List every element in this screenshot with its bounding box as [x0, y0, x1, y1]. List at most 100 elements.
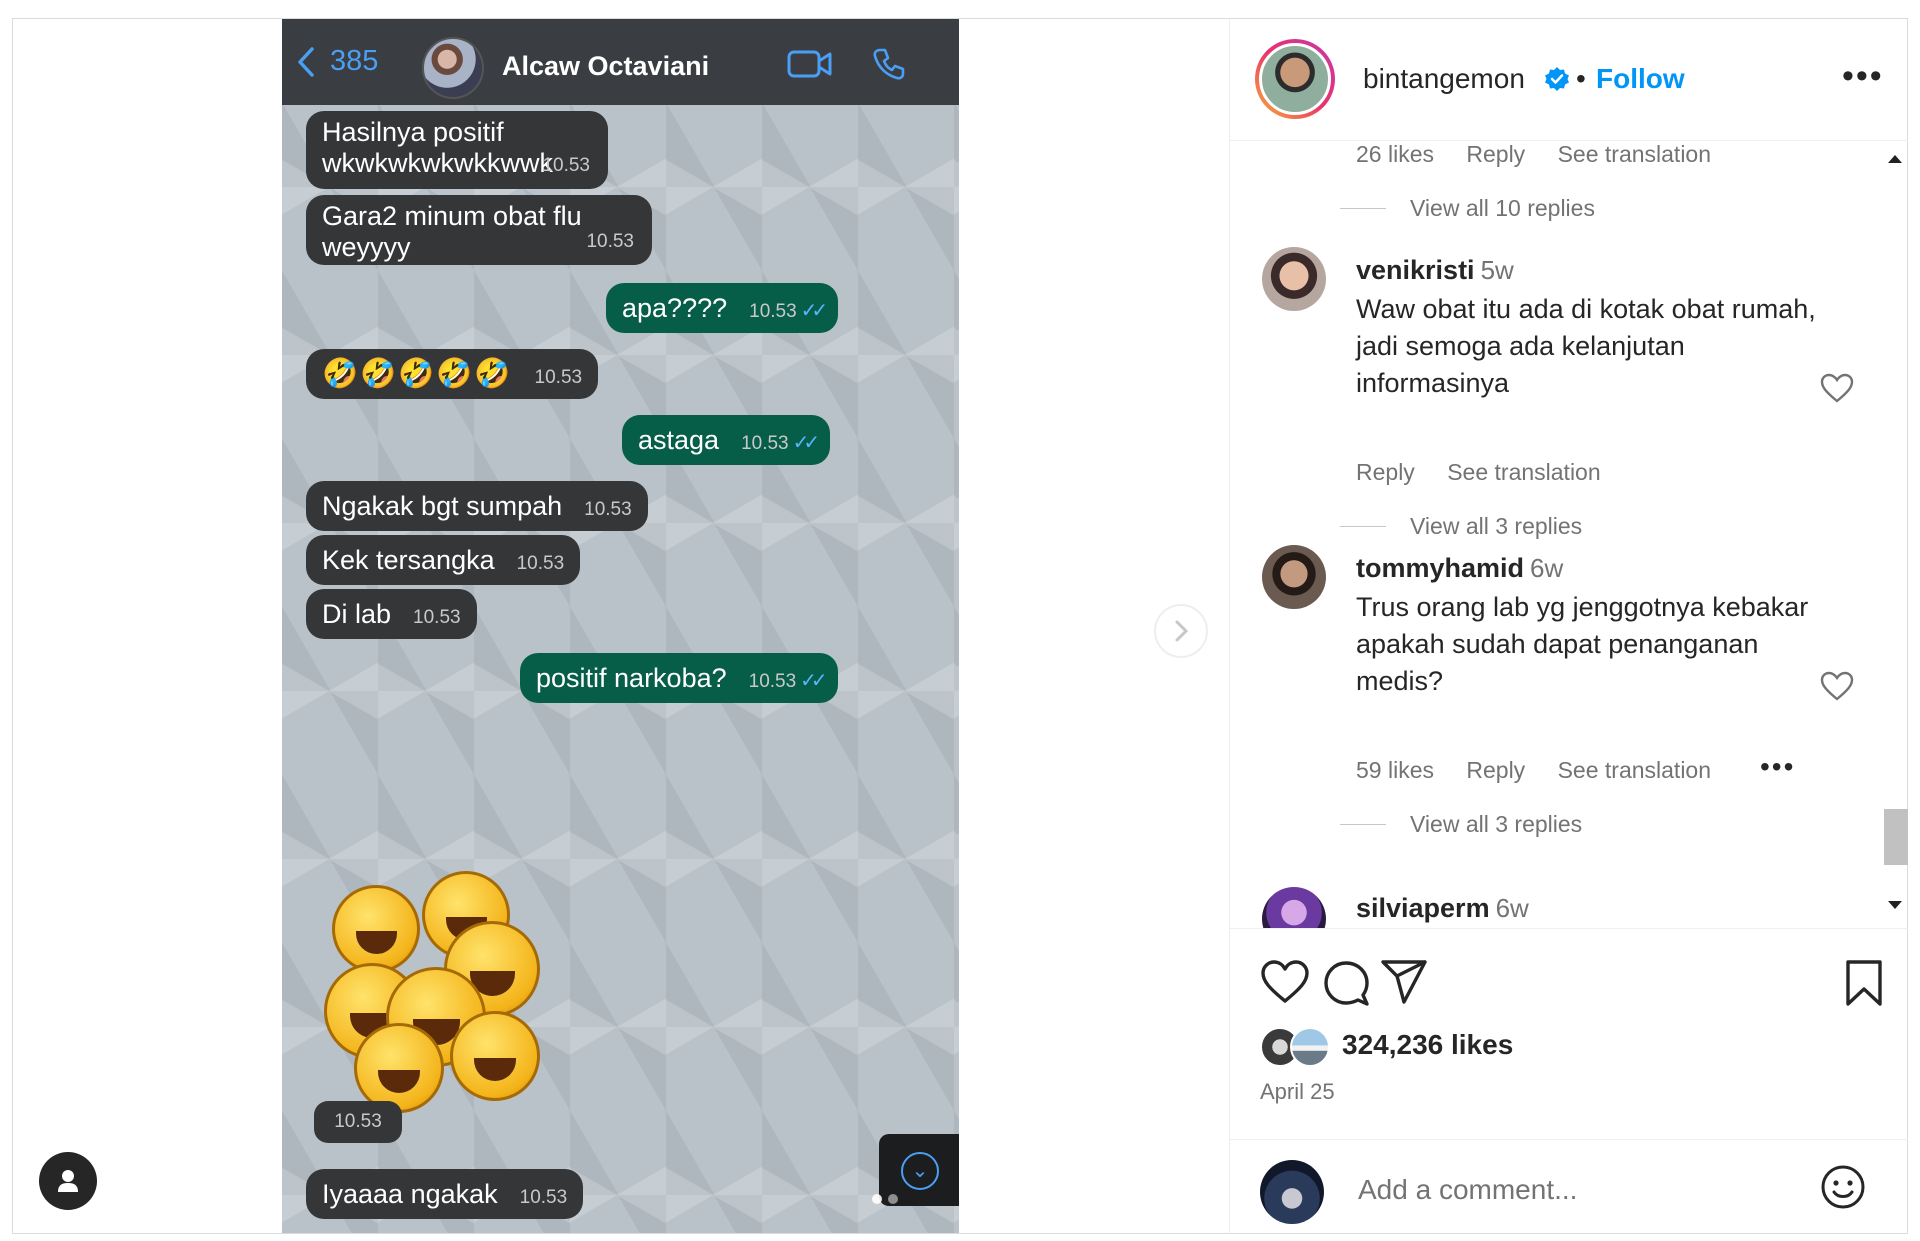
chevron-down-icon: ⌄: [901, 1152, 939, 1190]
comment-meta: Reply See translation: [1356, 459, 1627, 486]
username-text[interactable]: venikristi: [1356, 255, 1475, 285]
likes-count[interactable]: 324,236 likes: [1342, 1029, 1513, 1061]
liked-by-avatars[interactable]: [1260, 1027, 1332, 1067]
view-replies-label: View all 10 replies: [1410, 195, 1595, 221]
comments-list: 26 likes Reply See translation View all …: [1230, 141, 1908, 928]
comment-likes[interactable]: 26 likes: [1356, 141, 1434, 167]
message-text: 🤣🤣🤣🤣🤣: [322, 358, 513, 390]
heart-icon[interactable]: [1260, 959, 1310, 1005]
message-text: astaga: [638, 425, 720, 455]
video-camera-icon[interactable]: [787, 49, 833, 79]
message-text: Ngakak bgt sumpah: [322, 491, 563, 521]
comment-time: 6w: [1530, 553, 1564, 583]
see-translation-button[interactable]: See translation: [1558, 757, 1711, 783]
comment-username[interactable]: venikristi 5w: [1356, 255, 1514, 286]
view-replies-label: View all 3 replies: [1410, 811, 1583, 837]
add-comment-bar: [1230, 1139, 1908, 1234]
reply-button[interactable]: Reply: [1466, 757, 1525, 783]
message-bubble: Hasilnya positif wkwkwkwkwkkwwk 10.53: [306, 111, 608, 189]
tagged-users-button[interactable]: [39, 1152, 97, 1210]
message-time: 10.53: [519, 1187, 568, 1208]
message-bubble: Iyaaaa ngakak 10.53: [306, 1169, 584, 1219]
read-receipt-icon: ✓✓: [800, 670, 827, 692]
chevron-right-icon: [1175, 620, 1189, 642]
message-text: Kek tersangka: [322, 545, 495, 575]
reply-button[interactable]: Reply: [1466, 141, 1525, 167]
back-button[interactable]: 385: [296, 45, 378, 78]
comment-options-button[interactable]: •••: [1760, 751, 1795, 783]
laughing-emoji-sticker: [324, 871, 554, 1113]
message-time: 10.53: [749, 301, 797, 322]
avatar[interactable]: [1262, 247, 1326, 311]
scroll-down-arrow-icon[interactable]: [1888, 901, 1902, 909]
see-translation-button[interactable]: See translation: [1558, 141, 1711, 167]
owner-avatar[interactable]: [1255, 39, 1335, 119]
message-time: 10.53: [584, 499, 632, 520]
comment-text: Trus orang lab yg jenggotnya kebakar apa…: [1356, 592, 1809, 696]
message-bubble: 🤣🤣🤣🤣🤣 10.53: [306, 349, 599, 399]
message-bubble: positif narkoba? 10.53 ✓✓: [520, 653, 838, 703]
post-actions: 324,236 likes April 25: [1230, 928, 1908, 1233]
message-bubble: apa???? 10.53 ✓✓: [606, 283, 839, 333]
comments-scrollbar[interactable]: [1882, 149, 1908, 919]
view-replies-button[interactable]: View all 3 replies: [1340, 811, 1582, 838]
view-replies-button[interactable]: View all 10 replies: [1340, 195, 1595, 222]
verified-badge-icon: [1545, 67, 1569, 91]
paper-plane-icon[interactable]: [1380, 959, 1428, 1005]
comment-username[interactable]: silviaperm 6w: [1356, 893, 1529, 924]
avatar[interactable]: [1262, 545, 1326, 609]
message-bubble: astaga 10.53 ✓✓: [622, 415, 831, 465]
heart-icon[interactable]: [1820, 671, 1854, 701]
read-receipt-icon: ✓✓: [800, 300, 828, 322]
post-header: bintangemon • Follow •••: [1230, 19, 1908, 141]
message-time: 10.53: [314, 1101, 402, 1143]
comment-icon[interactable]: [1322, 959, 1370, 1007]
message-text: Di lab: [322, 599, 392, 629]
view-replies-button[interactable]: View all 3 replies: [1340, 513, 1582, 540]
username-text[interactable]: silviaperm: [1356, 893, 1490, 923]
message-time: 10.53: [413, 607, 461, 628]
contact-avatar[interactable]: [422, 37, 484, 99]
see-translation-button[interactable]: See translation: [1447, 459, 1600, 485]
next-media-button[interactable]: [1154, 604, 1208, 658]
carousel-indicator: [872, 1191, 904, 1209]
scrollbar-thumb[interactable]: [1884, 809, 1908, 865]
scroll-up-arrow-icon[interactable]: [1888, 155, 1902, 163]
post-sidebar: bintangemon • Follow ••• 26 likes Reply …: [1229, 19, 1908, 1233]
message-time: 10.53: [534, 367, 583, 388]
contact-name[interactable]: Alcaw Octaviani: [502, 51, 709, 82]
reply-button[interactable]: Reply: [1356, 459, 1415, 485]
message-text: Hasilnya positif: [322, 117, 504, 147]
comment-likes[interactable]: 59 likes: [1356, 757, 1434, 783]
smiley-icon[interactable]: [1820, 1164, 1866, 1210]
person-icon: [58, 1170, 78, 1192]
avatar[interactable]: [1262, 887, 1326, 928]
phone-icon[interactable]: [872, 47, 906, 81]
message-time: 10.53: [516, 553, 565, 574]
follow-button[interactable]: Follow: [1596, 63, 1685, 95]
chevron-left-icon: [298, 46, 314, 77]
message-text: Iyaaaa ngakak: [322, 1179, 498, 1209]
chat-header: 385 Alcaw Octaviani: [282, 19, 959, 105]
message-time: 10.53: [542, 155, 590, 176]
message-text: apa????: [622, 293, 728, 323]
post-media: 385 Alcaw Octaviani Hasilnya positif wkw…: [13, 19, 1229, 1233]
post-date[interactable]: April 25: [1260, 1079, 1335, 1105]
owner-username[interactable]: bintangemon: [1363, 63, 1525, 95]
bookmark-icon[interactable]: [1844, 959, 1884, 1007]
view-replies-label: View all 3 replies: [1410, 513, 1583, 539]
heart-icon[interactable]: [1820, 373, 1854, 403]
comment-input[interactable]: [1358, 1174, 1778, 1206]
message-time: 10.53: [748, 671, 797, 692]
message-time: 10.53: [741, 433, 789, 454]
comment-text: Waw obat itu ada di kotak obat rumah, ja…: [1356, 294, 1816, 398]
current-user-avatar: [1260, 1160, 1324, 1224]
comment-meta: 26 likes Reply See translation: [1356, 141, 1737, 168]
message-bubble: Kek tersangka 10.53: [306, 535, 581, 585]
message-bubble: Gara2 minum obat flu weyyyy 10.53: [306, 195, 652, 265]
comment-username[interactable]: tommyhamid 6w: [1356, 553, 1563, 584]
message-bubble: Di lab 10.53: [306, 589, 477, 639]
more-options-button[interactable]: •••: [1842, 57, 1884, 96]
username-text[interactable]: tommyhamid: [1356, 553, 1524, 583]
unread-count: 385: [330, 45, 379, 77]
